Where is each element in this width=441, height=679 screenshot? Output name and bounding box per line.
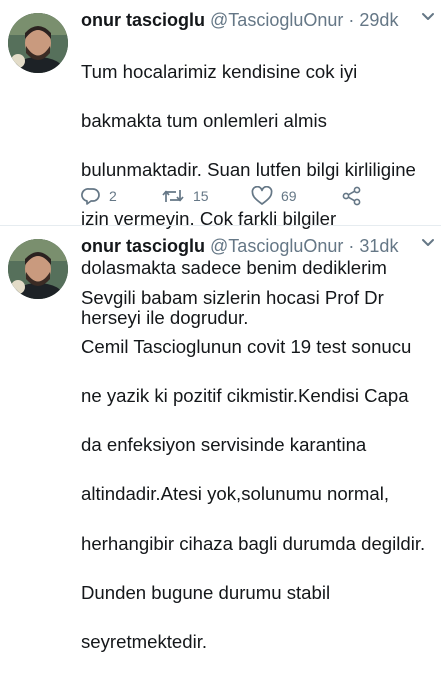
tweet-text-line: herhangibir cihaza bagli durumda degildi… [81,532,426,554]
tweet-actions: 2 15 69 [81,186,363,206]
like-icon [251,186,273,205]
like-button[interactable]: 69 [251,186,341,206]
reply-button[interactable]: 2 [81,186,161,206]
share-button[interactable] [341,186,363,206]
separator-dot: · [348,10,355,30]
timeline: onur tascioglu @TasciogluOnur · 29dk Tum… [0,0,441,652]
tweet-text: Sevgili babam sizlerin hocasi Prof Dr Ce… [81,261,437,679]
tweet[interactable]: onur tascioglu @TasciogluOnur · 29dk Tum… [0,0,441,328]
tweet-text-line: Cemil Tascioglunun covit 19 test sonucu [81,335,412,357]
tweet-text-line: bakmakta tum onlemleri almis [81,109,327,131]
user-handle[interactable]: @TasciogluOnur [210,236,343,256]
reply-icon [81,188,100,205]
separator-dot: · [348,236,355,256]
retweet-count: 15 [193,188,209,204]
caret-down-icon[interactable] [421,12,435,22]
like-count: 69 [281,188,297,204]
tweet-header: onur tascioglu @TasciogluOnur · 31dk [81,233,437,259]
retweet-icon [162,190,184,202]
caret-down-icon[interactable] [421,238,435,248]
timestamp[interactable]: 29dk [359,10,398,30]
tweet-text-line: bulunmaktadir. Suan lutfen bilgi kirlili… [81,158,416,180]
tweet-text-line: altindadir.Atesi yok,solunumu normal, [81,483,389,505]
retweet-button[interactable]: 15 [161,186,251,206]
display-name[interactable]: onur tascioglu [81,236,205,256]
display-name[interactable]: onur tascioglu [81,10,205,30]
tweet-text-line: Dunden bugune durumu stabil [81,581,331,603]
tweet-text-line: ne yazik ki pozitif cikmistir.Kendisi Ca… [81,384,409,406]
avatar[interactable] [8,13,68,73]
tweet-text-line: da enfeksiyon servisinde karantina [81,434,367,456]
reply-count: 2 [109,188,117,204]
tweet-text-line: Sevgili babam sizlerin hocasi Prof Dr [81,286,384,308]
tweet-header: onur tascioglu @TasciogluOnur · 29dk [81,7,437,33]
tweet-text-line: Tum hocalarimiz kendisine cok iyi [81,60,358,82]
avatar[interactable] [8,239,68,299]
tweet[interactable]: onur tascioglu @TasciogluOnur · 31dk Sev… [0,225,441,652]
timestamp[interactable]: 31dk [359,236,398,256]
tweet-text-line: seyretmektedir. [81,630,208,652]
user-handle[interactable]: @TasciogluOnur [210,10,343,30]
share-icon [342,186,361,206]
